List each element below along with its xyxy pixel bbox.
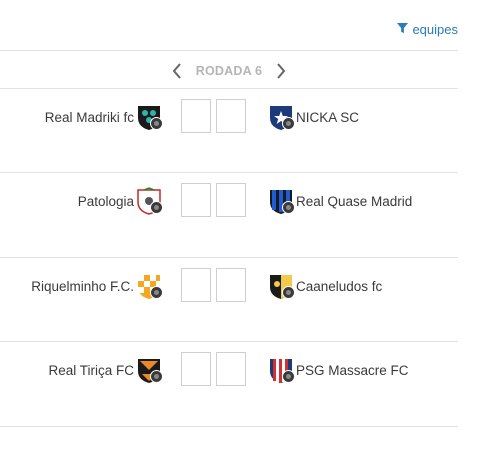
home-score-input[interactable] xyxy=(181,268,211,302)
away-team: Real Quase Madrid xyxy=(268,187,412,215)
crest-orange-check-icon xyxy=(136,272,163,300)
crest-orange-black-icon xyxy=(136,356,163,384)
away-score-input[interactable] xyxy=(216,183,246,217)
away-team: Caaneludos fc xyxy=(268,272,382,300)
round-label: RODADA 6 xyxy=(195,64,263,78)
away-team-name: NICKA SC xyxy=(296,109,360,125)
divider xyxy=(0,426,458,427)
away-team-name: PSG Massacre FC xyxy=(296,362,409,378)
divider xyxy=(0,50,458,51)
home-score-input[interactable] xyxy=(181,183,211,217)
away-team-name: Caaneludos fc xyxy=(296,278,383,294)
home-team-name: Real Tiriça FC xyxy=(48,362,134,378)
filter-icon xyxy=(397,22,409,37)
home-score-input[interactable] xyxy=(181,352,211,386)
crest-navy-star-icon xyxy=(268,103,295,131)
away-team: NICKA SC xyxy=(268,103,359,131)
home-team: Riquelminho F.C. xyxy=(31,272,163,300)
match-row: Real Tiriça FC PSG Massacre FC xyxy=(0,342,458,428)
home-score-input[interactable] xyxy=(181,99,211,133)
away-score-input[interactable] xyxy=(216,99,246,133)
away-team-name: Real Quase Madrid xyxy=(296,193,413,209)
filter-teams-button[interactable]: equipes xyxy=(397,22,458,37)
crest-green-black-icon xyxy=(136,103,163,131)
match-row: Riquelminho F.C. Caaneludos fc xyxy=(0,258,458,344)
home-team: Real Madriki fc xyxy=(44,103,163,131)
round-navigator: RODADA 6 xyxy=(0,59,458,83)
home-team: Real Tiriça FC xyxy=(48,356,163,384)
crest-white-red-icon xyxy=(136,187,163,215)
away-score-input[interactable] xyxy=(216,352,246,386)
chevron-left-icon xyxy=(172,63,181,79)
away-score-input[interactable] xyxy=(216,268,246,302)
match-row: Patologia Real Quase Madrid xyxy=(0,173,458,259)
home-team-name: Real Madriki fc xyxy=(44,109,134,125)
away-team: PSG Massacre FC xyxy=(268,356,409,384)
home-team: Patologia xyxy=(77,187,163,215)
crest-blue-black-stripes-icon xyxy=(268,187,295,215)
match-row: Real Madriki fc NICKA SC xyxy=(0,89,458,175)
prev-round-button[interactable] xyxy=(168,61,186,81)
chevron-right-icon xyxy=(277,63,286,79)
filter-label: equipes xyxy=(412,22,458,37)
crest-red-white-blue-icon xyxy=(268,356,295,384)
crest-black-yellow-icon xyxy=(268,272,295,300)
home-team-name: Riquelminho F.C. xyxy=(31,278,134,294)
next-round-button[interactable] xyxy=(272,61,290,81)
home-team-name: Patologia xyxy=(77,193,134,209)
